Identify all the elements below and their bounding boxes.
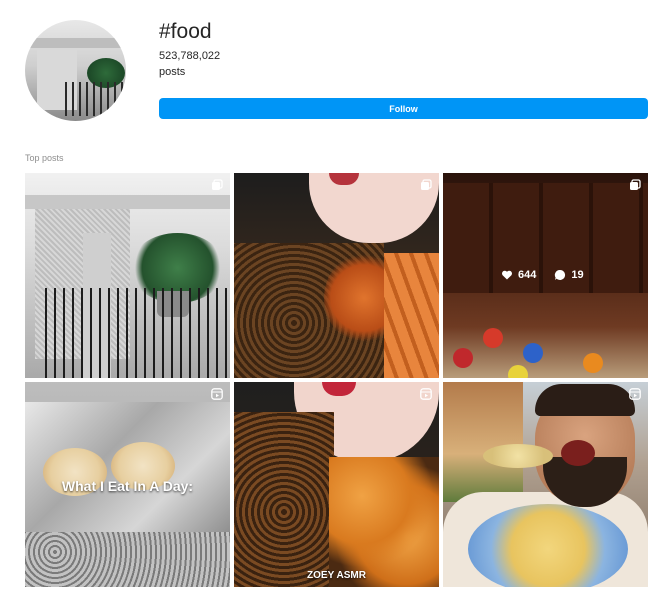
follow-button[interactable]: Follow [159, 98, 648, 119]
heart-icon [501, 269, 513, 281]
hashtag-avatar [25, 20, 126, 121]
reel-icon [629, 388, 641, 400]
post-caption-overlay: What I Eat In A Day: [61, 478, 194, 494]
reel-icon [211, 388, 223, 400]
comment-icon [554, 269, 566, 281]
multiple-images-icon [211, 179, 223, 191]
post-tile[interactable]: What I Eat In A Day: [25, 382, 230, 587]
top-posts-heading: Top posts [25, 153, 64, 163]
post-tile[interactable] [443, 382, 648, 587]
comments-stat: 19 [554, 269, 584, 281]
reel-icon [420, 388, 432, 400]
hashtag-header: #food 523,788,022 posts Follow [0, 0, 670, 140]
post-caption-overlay: ZOEY ASMR [307, 570, 366, 581]
post-hover-stats: 644 19 [501, 269, 584, 281]
likes-stat: 644 [501, 269, 536, 281]
hashtag-title: #food [159, 20, 212, 43]
post-tile[interactable] [25, 173, 230, 378]
post-tile[interactable] [234, 173, 439, 378]
multiple-images-icon [629, 179, 641, 191]
post-count-label: posts [159, 66, 186, 78]
top-posts-grid: 644 19 What I Eat In A Day: ZOEY ASMR [25, 173, 648, 589]
likes-count: 644 [518, 269, 537, 281]
multiple-images-icon [420, 179, 432, 191]
comments-count: 19 [571, 269, 584, 281]
post-count: 523,788,022 [159, 50, 221, 62]
post-tile[interactable]: ZOEY ASMR [234, 382, 439, 587]
post-tile[interactable]: 644 19 [443, 173, 648, 378]
